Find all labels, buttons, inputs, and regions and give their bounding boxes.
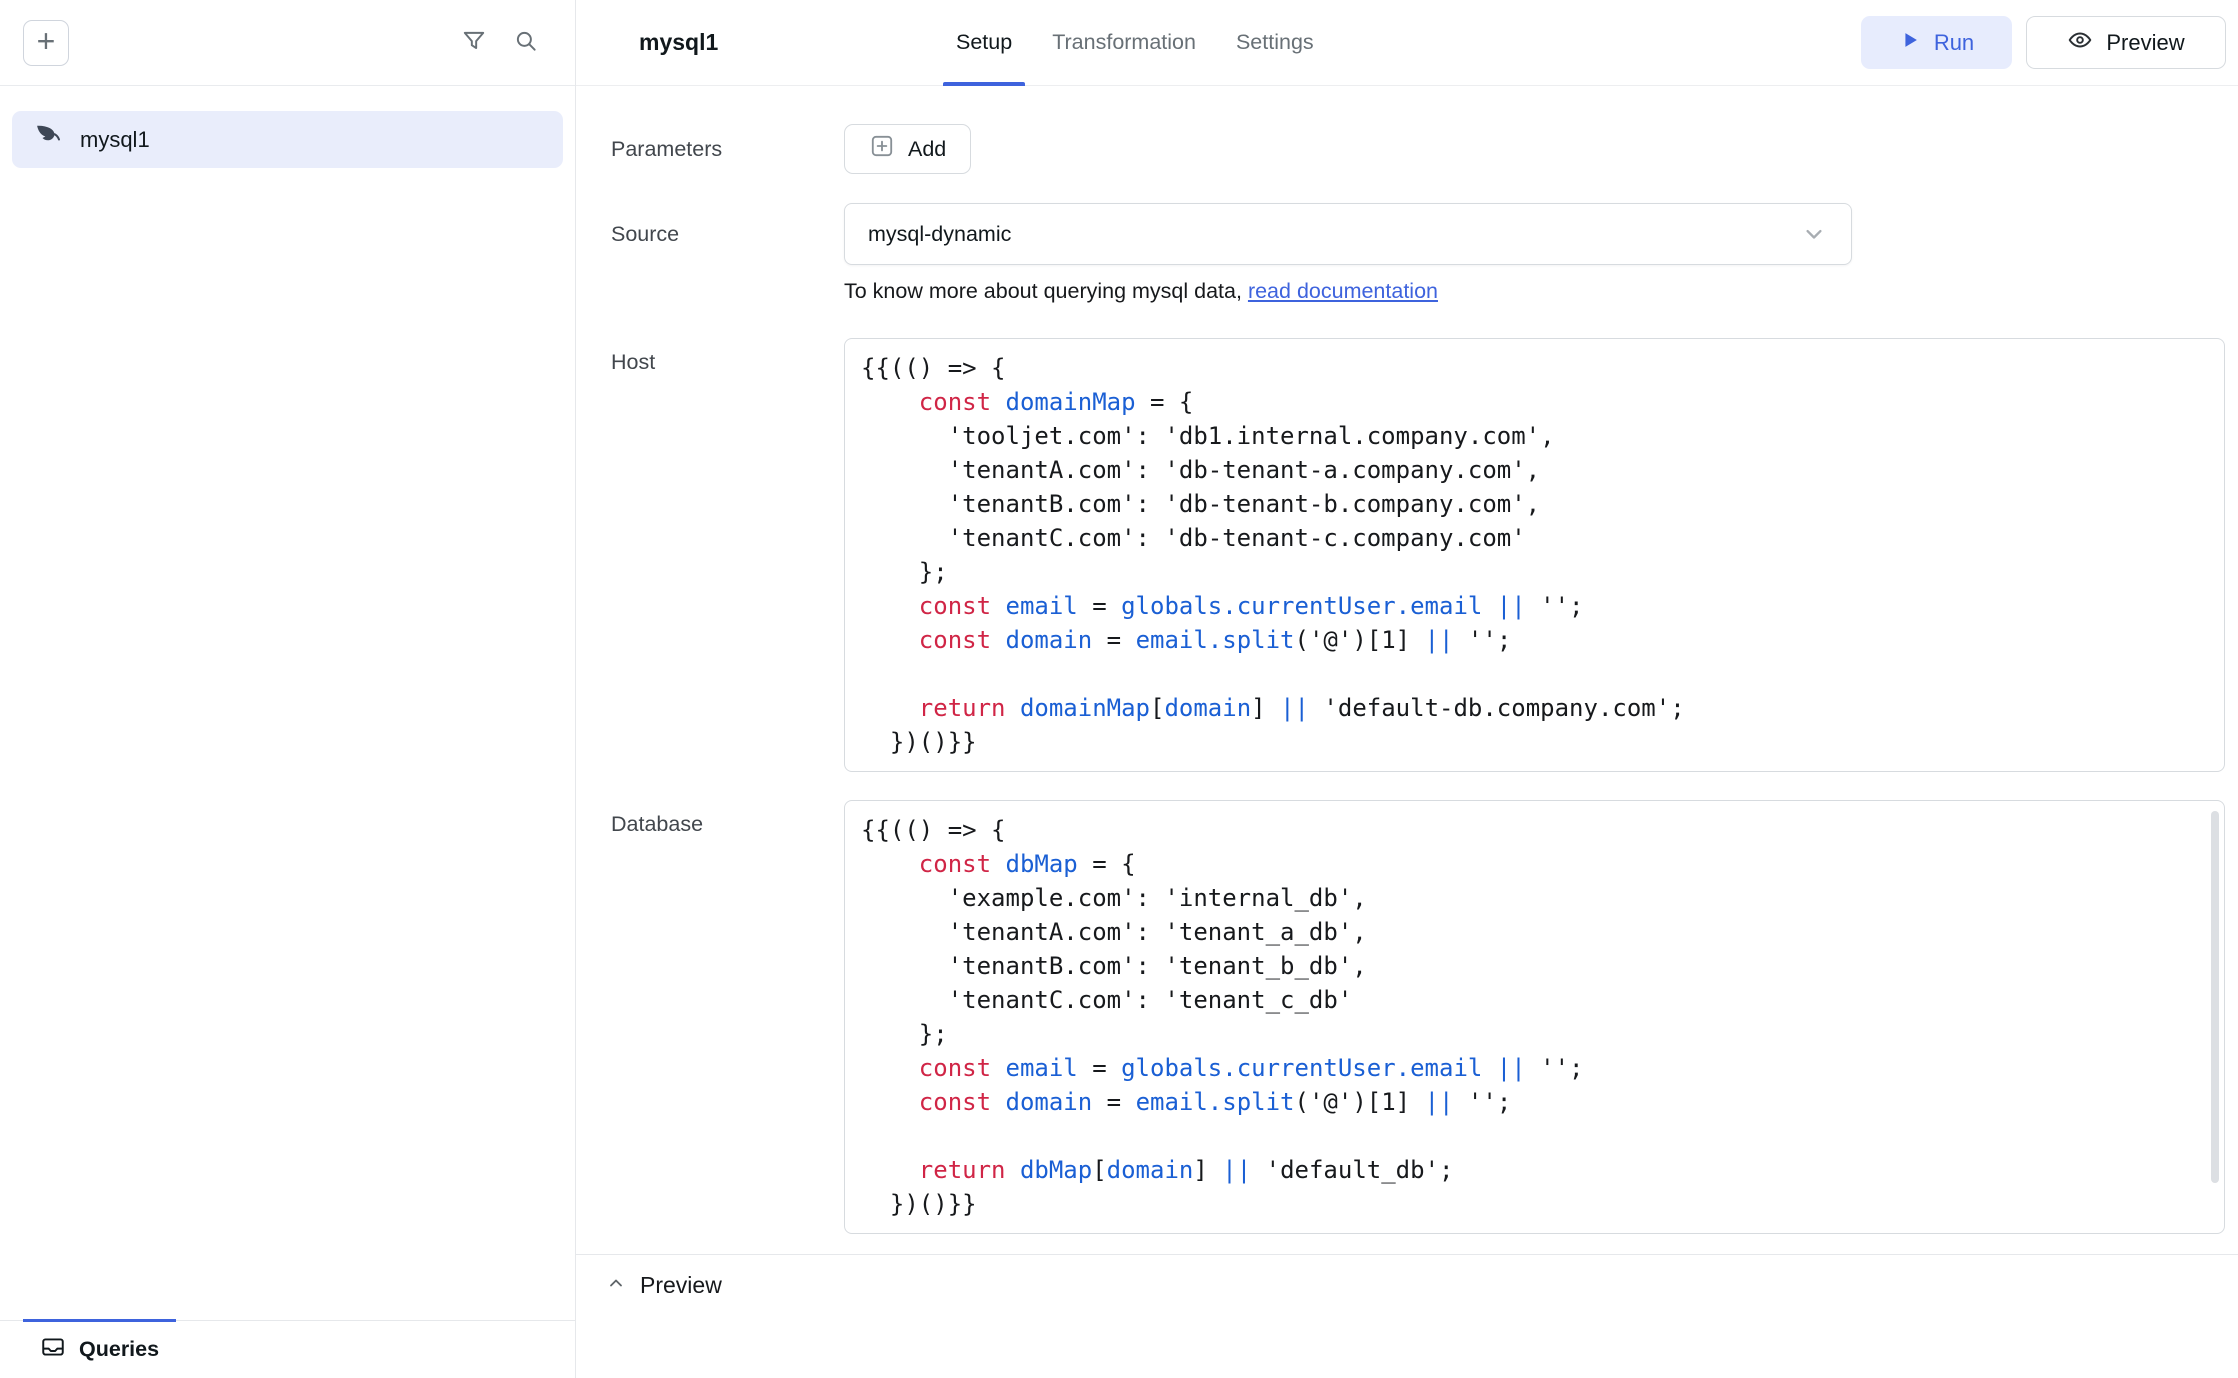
- code-line: {{(() => {: [861, 351, 2208, 385]
- parameters-label: Parameters: [611, 124, 844, 174]
- code-line: 'tooljet.com': 'db1.internal.company.com…: [861, 419, 2208, 453]
- code-line: 'tenantC.com': 'db-tenant-c.company.com': [861, 521, 2208, 555]
- tab-transformation[interactable]: Transformation: [1052, 0, 1196, 85]
- caret-up-icon: [606, 1273, 626, 1299]
- source-select-value: mysql-dynamic: [868, 222, 1011, 247]
- code-line: };: [861, 555, 2208, 589]
- code-line: 'tenantC.com': 'tenant_c_db': [861, 983, 2208, 1017]
- query-item-label: mysql1: [80, 127, 150, 153]
- code-line: const email = globals.currentUser.email …: [861, 1051, 2208, 1085]
- code-line: [861, 1119, 2208, 1153]
- add-query-button[interactable]: +: [23, 20, 69, 66]
- setup-form: Parameters Add Source mysql-dynamic: [576, 86, 2238, 1234]
- preview-section-label: Preview: [640, 1272, 722, 1299]
- code-line: const domain = email.split('@')[1] || ''…: [861, 1085, 2208, 1119]
- run-button-label: Run: [1934, 30, 1974, 56]
- editor-scrollbar[interactable]: [2211, 811, 2219, 1183]
- code-line: return dbMap[domain] || 'default_db';: [861, 1153, 2208, 1187]
- host-row: Host {{(() => { const domainMap = { 'too…: [611, 338, 2225, 772]
- code-line: 'example.com': 'internal_db',: [861, 881, 2208, 915]
- code-line: 'tenantB.com': 'db-tenant-b.company.com'…: [861, 487, 2208, 521]
- database-label: Database: [611, 800, 844, 837]
- play-icon: [1899, 29, 1921, 57]
- source-select[interactable]: mysql-dynamic: [844, 203, 1852, 265]
- code-line: };: [861, 1017, 2208, 1051]
- add-parameter-button[interactable]: Add: [844, 124, 971, 174]
- query-list: mysql1: [0, 86, 575, 1320]
- code-line: const domainMap = {: [861, 385, 2208, 419]
- query-list-item-mysql1[interactable]: mysql1: [12, 111, 563, 168]
- eye-icon: [2067, 27, 2093, 59]
- source-label: Source: [611, 203, 844, 265]
- code-line: const email = globals.currentUser.email …: [861, 589, 2208, 623]
- header-actions: Run Preview: [1861, 16, 2226, 69]
- code-line: 'tenantA.com': 'tenant_a_db',: [861, 915, 2208, 949]
- tab-settings[interactable]: Settings: [1236, 0, 1314, 85]
- code-line: })()}}: [861, 725, 2208, 759]
- query-editor-panel: mysql1 Setup Transformation Settings Run…: [576, 0, 2238, 1378]
- editor-tabs: Setup Transformation Settings: [956, 0, 1314, 85]
- database-code-editor[interactable]: {{(() => { const dbMap = { 'example.com'…: [844, 800, 2225, 1234]
- queries-tab-label: Queries: [79, 1337, 159, 1362]
- tab-setup[interactable]: Setup: [956, 0, 1012, 85]
- query-editor-header: mysql1 Setup Transformation Settings Run…: [576, 0, 2238, 86]
- preview-button[interactable]: Preview: [2026, 16, 2226, 69]
- filter-button[interactable]: [461, 28, 487, 57]
- code-line: 'tenantA.com': 'db-tenant-a.company.com'…: [861, 453, 2208, 487]
- queries-panel-tab[interactable]: Queries: [0, 1320, 575, 1378]
- read-documentation-link[interactable]: read documentation: [1248, 279, 1438, 303]
- database-row: Database {{(() => { const dbMap = { 'exa…: [611, 800, 2225, 1234]
- code-line: return domainMap[domain] || 'default-db.…: [861, 691, 2208, 725]
- code-line: const domain = email.split('@')[1] || ''…: [861, 623, 2208, 657]
- chevron-down-icon: [1800, 220, 1828, 248]
- host-label: Host: [611, 338, 844, 375]
- source-help-text: To know more about querying mysql data, …: [844, 279, 2225, 304]
- query-list-sidebar: + mysql1: [0, 0, 576, 1378]
- code-line: const dbMap = {: [861, 847, 2208, 881]
- sidebar-toolbar: +: [0, 0, 575, 86]
- preview-section-header[interactable]: Preview: [576, 1254, 2238, 1316]
- source-row: Source mysql-dynamic To know more about …: [611, 203, 2225, 304]
- filter-icon: [461, 28, 487, 57]
- search-icon: [513, 28, 539, 57]
- run-button[interactable]: Run: [1861, 16, 2012, 69]
- queries-icon: [40, 1334, 66, 1366]
- plus-icon: +: [37, 25, 56, 57]
- query-title: mysql1: [639, 29, 718, 56]
- add-parameter-label: Add: [908, 137, 946, 162]
- plus-square-icon: [869, 133, 895, 165]
- parameters-row: Parameters Add: [611, 124, 2225, 174]
- code-line: 'tenantB.com': 'tenant_b_db',: [861, 949, 2208, 983]
- host-code-editor[interactable]: {{(() => { const domainMap = { 'tooljet.…: [844, 338, 2225, 772]
- code-line: [861, 657, 2208, 691]
- mysql-icon: [34, 122, 64, 158]
- search-button[interactable]: [513, 28, 539, 57]
- code-line: })()}}: [861, 1187, 2208, 1221]
- preview-button-label: Preview: [2106, 30, 2184, 56]
- code-line: {{(() => {: [861, 813, 2208, 847]
- queries-tab-indicator: [23, 1319, 176, 1322]
